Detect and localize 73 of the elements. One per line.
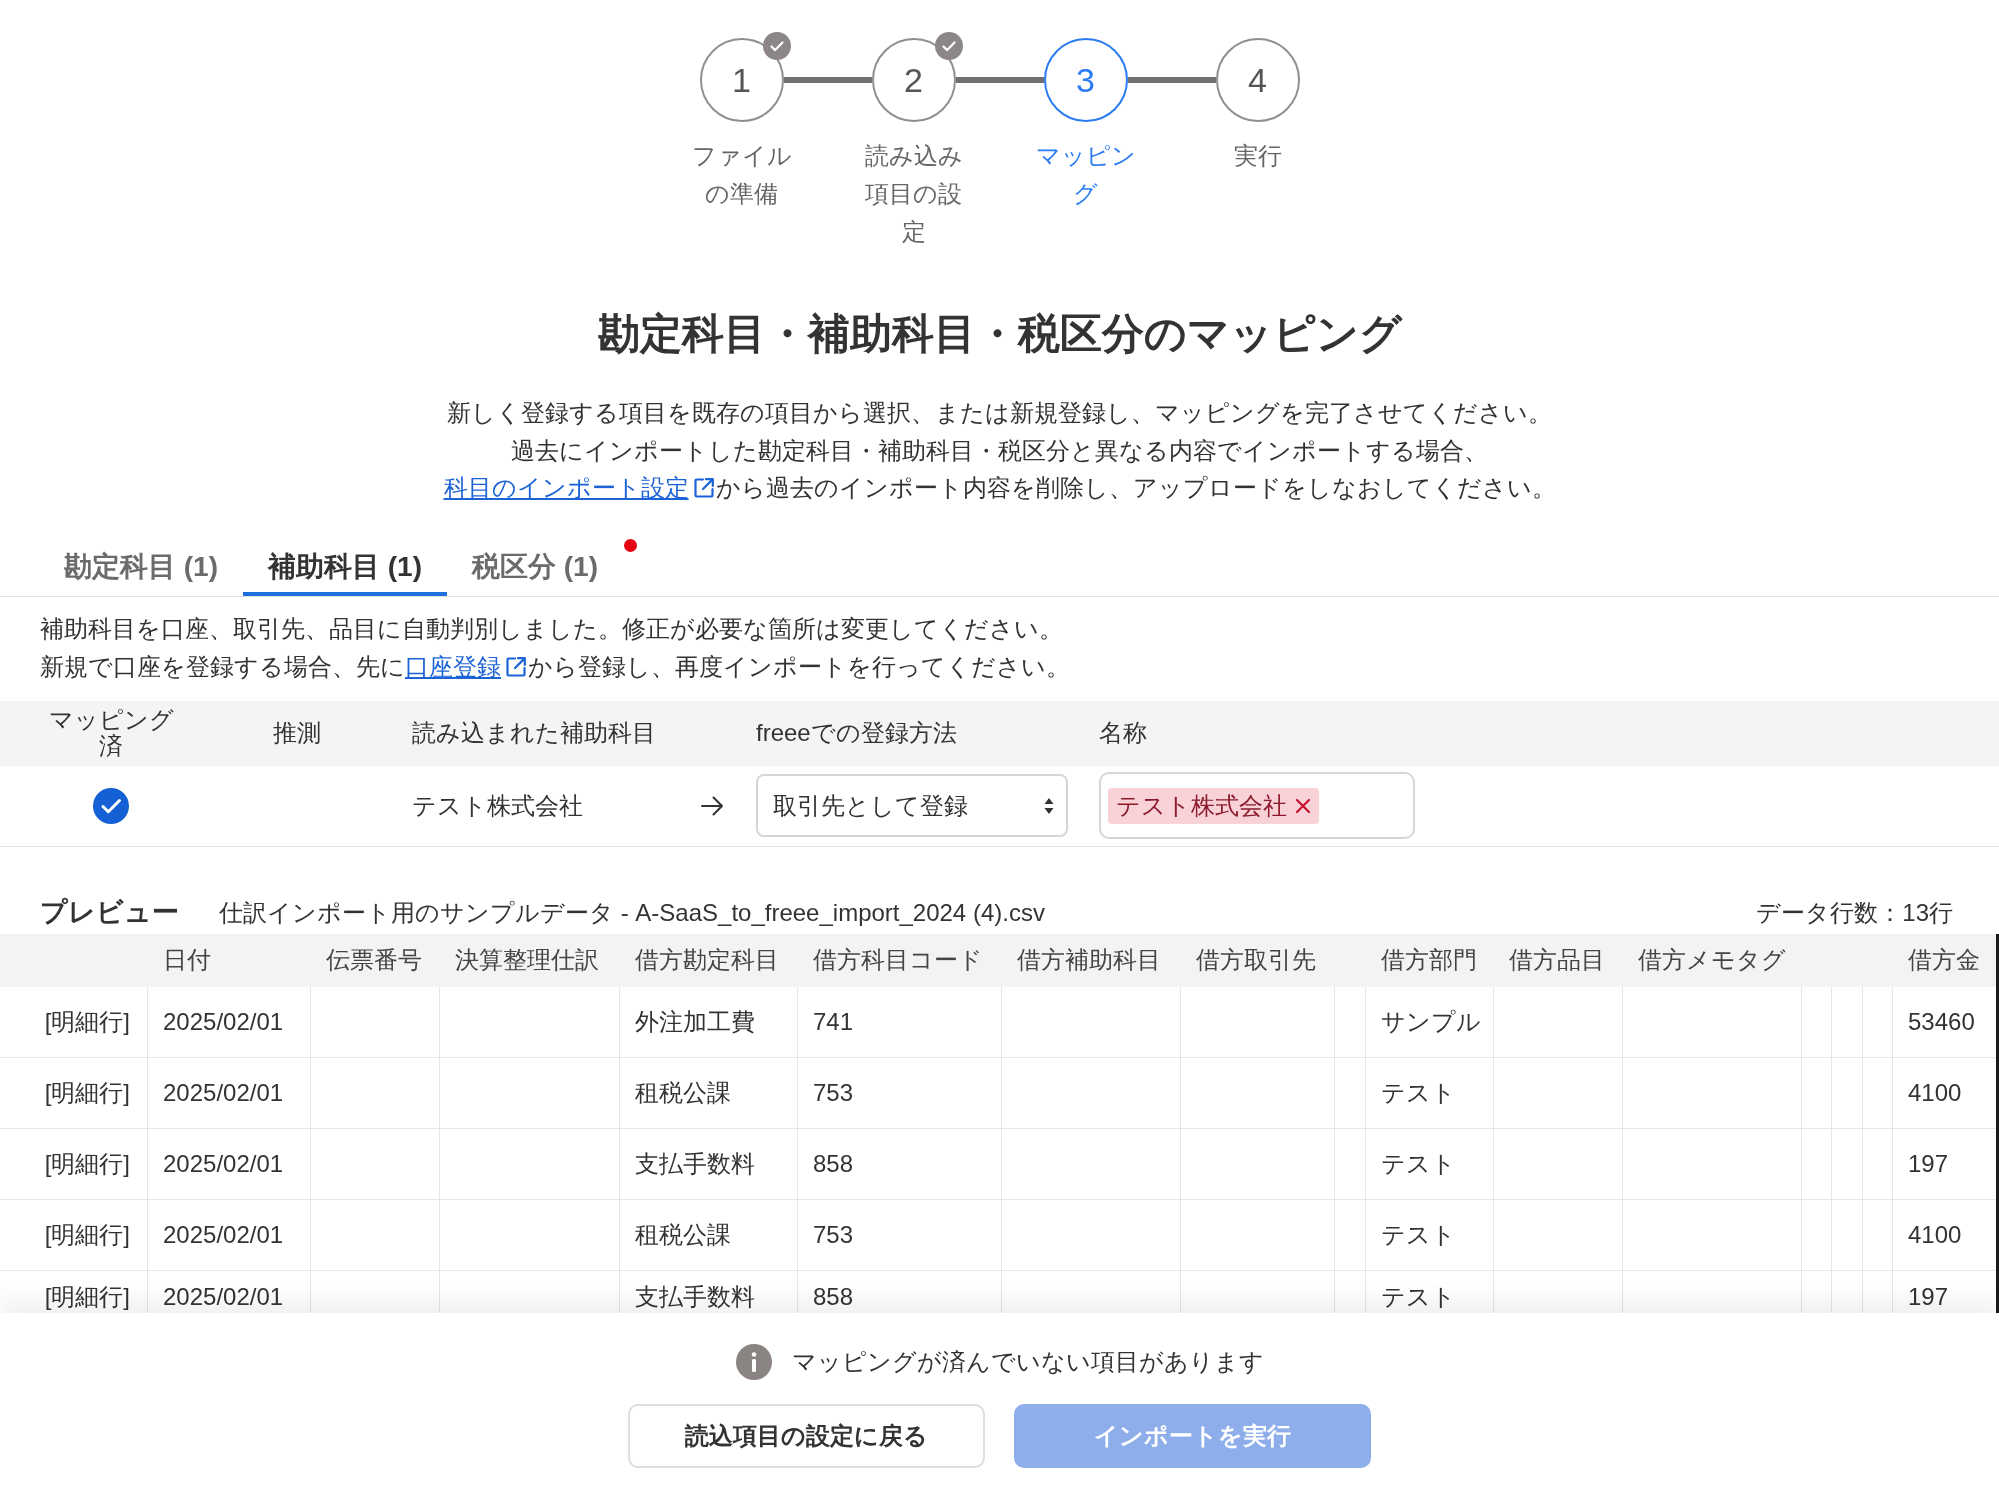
- row-count: データ行数：13行: [1756, 897, 1953, 928]
- step-label: 実行: [1232, 141, 1283, 171]
- description-text: 新しく登録する項目を既存の項目から選択、または新規登録し、マッピングを完了させてください。 過去にインポートした勘定科目・補助科目・税区分と異なる内容でインポートする場合、 科目のインポート設定 から過去のインポート内容を削除し、アップロードをしなおしてください。: [443, 398, 1556, 503]
- column-header: 決算整理仕訳: [455, 946, 599, 973]
- step-label: 読み込み項目の設定: [863, 141, 964, 247]
- table-cell-text: 753: [813, 1219, 854, 1250]
- table-cell-text: 53460: [1908, 1006, 1975, 1037]
- column-header: 借方取引先: [1196, 946, 1316, 973]
- account-registration-link[interactable]: 口座登録: [405, 652, 528, 680]
- column-header: 推測: [273, 719, 321, 746]
- table-cell-text: [明細行]: [44, 1077, 130, 1108]
- external-link-icon: [691, 476, 716, 500]
- back-button[interactable]: 読込項目の設定に戻る: [628, 1404, 985, 1468]
- tab[interactable]: 税区分 (1): [447, 535, 623, 596]
- column-header: 日付: [163, 946, 211, 973]
- table-cell-text: 741: [813, 1006, 854, 1037]
- info-icon: [735, 1344, 772, 1380]
- import-settings-link[interactable]: 科目のインポート設定: [443, 474, 716, 501]
- table-cell-text: 4100: [1908, 1077, 1962, 1108]
- column-header: 借方勘定科目: [635, 946, 779, 973]
- table-cell-text: 197: [1908, 1148, 1949, 1179]
- column-header: 借方金: [1908, 946, 1980, 973]
- tab[interactable]: 勘定科目 (1): [39, 535, 243, 596]
- table-cell-text: 外注加工費: [635, 1006, 755, 1037]
- column-header: 読み込まれた補助科目: [412, 719, 656, 746]
- table-cell-text: [明細行]: [44, 1148, 130, 1179]
- column-header: 伝票番号: [326, 946, 422, 973]
- step-label: マッピング: [1035, 141, 1136, 209]
- column-header: 借方品目: [1509, 946, 1605, 973]
- table-cell-text: テスト: [1381, 1281, 1456, 1312]
- table-cell-text: 197: [1908, 1281, 1949, 1312]
- preview-title: プレビュー: [40, 896, 179, 930]
- table-cell-text: 2025/02/01: [163, 1148, 284, 1179]
- table-cell-text: 858: [813, 1148, 854, 1179]
- table-cell-text: テスト: [1381, 1219, 1456, 1250]
- page-title: 勘定科目・補助科目・税区分のマッピング: [597, 309, 1402, 359]
- table-cell-text: [明細行]: [44, 1281, 130, 1312]
- table-cell-text: 租税公課: [635, 1219, 731, 1250]
- table-cell-text: 2025/02/01: [163, 1006, 284, 1037]
- column-header: 借方部門: [1381, 946, 1477, 973]
- table-cell-text: 支払手数料: [635, 1281, 755, 1312]
- table-cell-text: テスト: [1381, 1077, 1456, 1108]
- external-link-icon: [504, 654, 528, 679]
- registration-method-select[interactable]: 取引先として登録: [756, 774, 1068, 837]
- sort-caret-icon: [1044, 796, 1054, 815]
- table-cell-text: テスト: [1381, 1148, 1456, 1179]
- table-cell-text: 2025/02/01: [163, 1219, 284, 1250]
- name-field[interactable]: テスト株式会社: [1099, 772, 1415, 839]
- column-header: 借方メモタグ: [1638, 946, 1786, 973]
- info-text: 補助科目を口座、取引先、品目に自動判別しました。修正が必要な箇所は変更してください。 新規で口座を登録する場合、先に 口座登録 から登録し、再度インポートを行ってください。: [40, 613, 1070, 682]
- table-cell-text: 2025/02/01: [163, 1281, 284, 1312]
- step-label: ファイルの準備: [691, 141, 792, 209]
- warning-text: マッピングが済んでいない項目があります: [791, 1347, 1264, 1377]
- table-cell-text: 租税公課: [635, 1077, 731, 1108]
- table-cell-text: 4100: [1908, 1219, 1962, 1250]
- column-header: 借方科目コード: [813, 946, 983, 973]
- imported-name: テスト株式会社: [412, 791, 583, 819]
- table-cell-text: 753: [813, 1077, 854, 1108]
- column-header: freeeでの登録方法: [756, 719, 957, 746]
- tag-label: テスト株式会社: [1116, 790, 1287, 821]
- table-cell-text: サンプル: [1381, 1006, 1481, 1037]
- table-cell-text: 2025/02/01: [163, 1077, 284, 1108]
- close-icon[interactable]: [1295, 797, 1311, 814]
- column-header: 名称: [1099, 719, 1147, 746]
- file-name: 仕訳インポート用のサンプルデータ - A-SaaS_to_freee_import_2024 (4).csv: [219, 897, 1045, 928]
- arrow-right-icon: [701, 795, 723, 816]
- table-cell-text: [明細行]: [44, 1219, 130, 1250]
- table-cell-text: 支払手数料: [635, 1148, 755, 1179]
- column-header: マッピング済: [47, 707, 175, 759]
- table-cell-text: [明細行]: [44, 1006, 130, 1037]
- table-cell-text: 858: [813, 1281, 854, 1312]
- column-header: 借方補助科目: [1017, 946, 1161, 973]
- tab[interactable]: 補助科目 (1): [243, 535, 447, 596]
